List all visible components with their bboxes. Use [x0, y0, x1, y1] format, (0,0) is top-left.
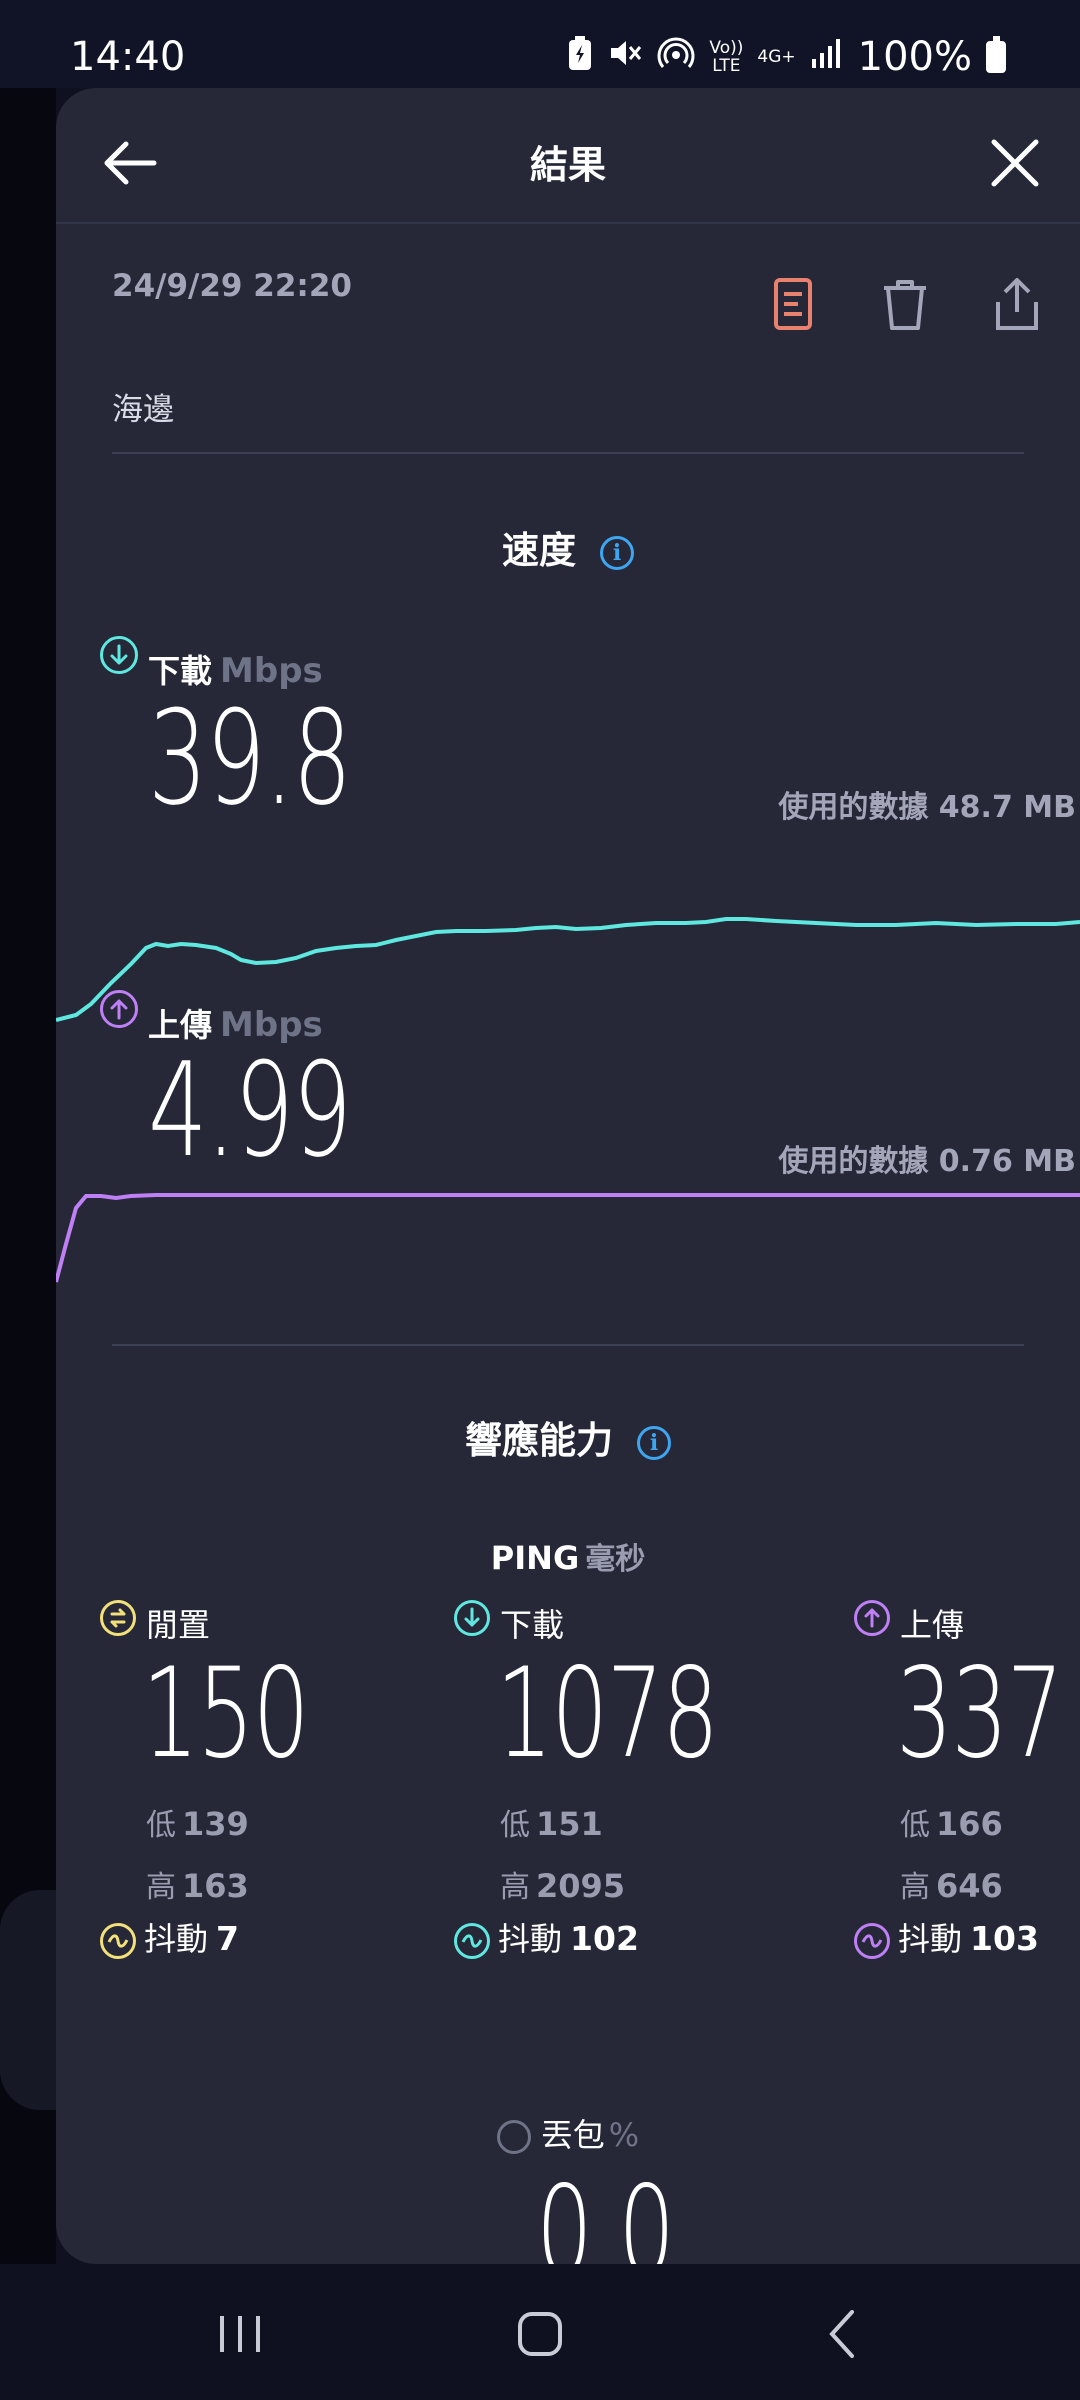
- idle-low-value: 139: [182, 1805, 249, 1843]
- document-icon: [774, 278, 812, 330]
- home-icon: [518, 2312, 562, 2356]
- result-datetime: 24/9/29 22:20: [112, 268, 352, 304]
- delete-button[interactable]: [872, 272, 938, 338]
- battery-icon: [986, 36, 1006, 73]
- low-label: 低: [146, 1808, 176, 1843]
- jitter-icon: [454, 1923, 490, 1959]
- upload-high: 高 646: [900, 1862, 1003, 1906]
- status-icons: Vo)) LTE 4G+ 100%: [567, 34, 1006, 80]
- divider: [112, 452, 1024, 454]
- high-label: 高: [500, 1870, 530, 1905]
- download-high: 高 2095: [500, 1862, 625, 1906]
- jitter-label: 抖動: [898, 1920, 963, 1958]
- upload-jitter: 抖動 103: [854, 1914, 1039, 1960]
- back-nav-button[interactable]: [804, 2294, 884, 2374]
- upload-ping-value: 337: [896, 1642, 1064, 1786]
- close-icon: [991, 139, 1039, 187]
- packet-loss-text: 丟包: [540, 2116, 605, 2154]
- upload-speed-graph: [56, 1193, 1080, 1283]
- details-button[interactable]: [760, 272, 826, 338]
- info-icon[interactable]: i: [637, 1425, 671, 1460]
- share-button[interactable]: [984, 272, 1050, 338]
- high-label: 高: [900, 1870, 930, 1905]
- packet-loss-icon: [496, 2120, 531, 2154]
- battery-saver-icon: [567, 35, 593, 79]
- status-time: 14:40: [70, 34, 186, 80]
- ping-label: PING: [490, 1539, 580, 1577]
- recent-apps-icon: [220, 2316, 260, 2352]
- background-card: [0, 1890, 56, 2110]
- low-label: 低: [500, 1808, 530, 1843]
- jitter-label: 抖動: [498, 1920, 563, 1958]
- divider: [112, 1344, 1024, 1346]
- download-low: 低 151: [500, 1800, 603, 1844]
- jitter-icon: [100, 1923, 136, 1959]
- hotspot-icon: [657, 35, 695, 79]
- download-ping-value: 1078: [496, 1642, 719, 1786]
- page-title: 結果: [529, 143, 606, 187]
- share-icon: [996, 278, 1038, 330]
- packet-loss-value: 0.0: [536, 2160, 675, 2264]
- upload-graph-line: [56, 1193, 1080, 1283]
- status-bar: 14:40 Vo)) LTE 4G+ 100%: [0, 0, 1080, 88]
- upload-jitter-value: 103: [970, 1919, 1039, 1958]
- download-jitter-value: 102: [570, 1919, 639, 1958]
- idle-jitter: 抖動 7: [100, 1914, 239, 1960]
- low-label: 低: [900, 1808, 930, 1843]
- network-type: 4G+: [757, 47, 796, 67]
- mute-icon: [607, 35, 643, 79]
- volte-indicator: Vo)) LTE: [709, 38, 744, 76]
- idle-ping-value: 150: [142, 1642, 310, 1786]
- ping-unit: 毫秒: [585, 1542, 646, 1577]
- download-jitter: 抖動 102: [454, 1914, 639, 1960]
- idle-icon: [100, 1600, 136, 1636]
- trash-icon: [884, 280, 926, 330]
- packet-loss-unit: %: [608, 2116, 640, 2154]
- result-panel: 結果 24/9/29 22:20 海邊 速度 i 下載 Mbps 39.8 使用的數…: [56, 88, 1080, 2264]
- upload-high-value: 646: [936, 1867, 1003, 1905]
- signal-icon: [810, 37, 844, 77]
- responsiveness-title-text: 響應能力: [465, 1419, 613, 1462]
- speed-title-text: 速度: [502, 529, 576, 572]
- battery-level: 100%: [857, 34, 972, 80]
- download-low-value: 151: [536, 1805, 603, 1843]
- responsiveness-section-title: 響應能力 i: [56, 1410, 1080, 1464]
- upload-low-value: 166: [936, 1805, 1003, 1843]
- upload-low: 低 166: [900, 1800, 1003, 1844]
- high-label: 高: [146, 1870, 176, 1905]
- location-label[interactable]: 海邊: [112, 384, 174, 429]
- chevron-left-icon: [829, 2310, 854, 2358]
- ping-title: PING 毫秒: [56, 1534, 1080, 1578]
- download-icon: [454, 1600, 490, 1636]
- recent-apps-button[interactable]: [200, 2294, 280, 2374]
- jitter-label: 抖動: [144, 1920, 209, 1958]
- speed-section-title: 速度 i: [56, 520, 1080, 574]
- idle-high-value: 163: [182, 1867, 249, 1905]
- jitter-icon: [854, 1923, 890, 1959]
- navigation-bar: [0, 2264, 1080, 2400]
- upload-ping-label: 上傳: [900, 1606, 965, 1644]
- download-high-value: 2095: [536, 1867, 626, 1905]
- download-ping-label: 下載: [500, 1606, 565, 1644]
- top-bar: 結果: [56, 88, 1080, 224]
- idle-low: 低 139: [146, 1800, 249, 1844]
- upload-icon: [854, 1600, 890, 1636]
- upload-icon: [100, 990, 138, 1028]
- idle-label: 閒置: [146, 1606, 211, 1644]
- packet-loss-label: 丟包%: [56, 2110, 1080, 2156]
- home-button[interactable]: [500, 2294, 580, 2374]
- info-icon[interactable]: i: [600, 535, 634, 570]
- download-icon: [100, 636, 138, 674]
- idle-jitter-value: 7: [216, 1919, 239, 1958]
- close-button[interactable]: [980, 128, 1050, 198]
- idle-high: 高 163: [146, 1862, 249, 1906]
